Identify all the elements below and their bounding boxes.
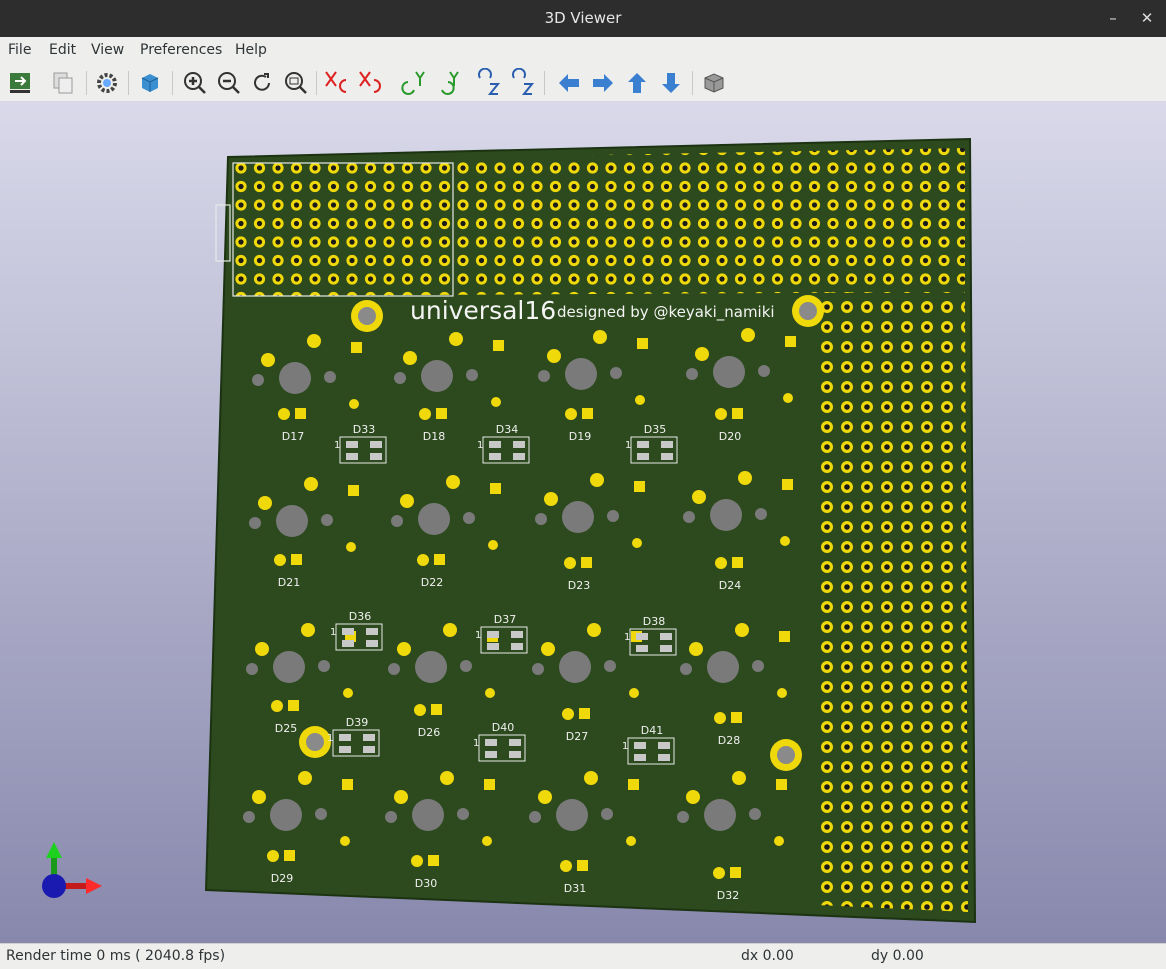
toolbar [0, 64, 1166, 102]
through-hole-grid-top [233, 148, 965, 296]
diode-label: D21 [278, 576, 300, 589]
ortho-icon[interactable] [699, 68, 729, 98]
led-label: D41 [641, 724, 663, 737]
diode-label: D23 [568, 579, 590, 592]
led-label: D40 [492, 721, 514, 734]
pin-one-label: 1 [334, 440, 340, 451]
pcb-title: universal16 [410, 296, 556, 325]
diode-label: D31 [564, 882, 586, 895]
rotate-z-cw-icon[interactable] [474, 67, 504, 98]
led-label: D39 [346, 716, 368, 729]
rotate-x-cw-icon[interactable] [322, 68, 352, 98]
title-bar: 3D Viewer – ✕ [0, 0, 1166, 37]
diode-label: D20 [719, 430, 741, 443]
diode-label: D26 [418, 726, 440, 739]
toolbar-separator [544, 71, 545, 95]
minimize-button[interactable]: – [1101, 6, 1125, 30]
rotate-y-cw-icon[interactable] [398, 68, 428, 98]
pin-one-label: 1 [622, 741, 628, 752]
rotate-z-ccw-icon[interactable] [508, 67, 538, 98]
pin-one-label: 1 [625, 440, 631, 451]
diode-label: D17 [282, 430, 304, 443]
diode-label: D27 [566, 730, 588, 743]
menu-file[interactable]: File [8, 42, 31, 58]
diode-label: D32 [717, 889, 739, 902]
settings-icon[interactable] [92, 68, 122, 98]
toolbar-separator [86, 71, 87, 95]
pan-left-icon[interactable] [554, 68, 584, 98]
axis-gizmo [42, 842, 102, 898]
pan-down-icon[interactable] [656, 68, 686, 98]
toolbar-separator [128, 71, 129, 95]
rotate-y-ccw-icon[interactable] [432, 68, 462, 98]
render-mode-icon[interactable] [135, 68, 165, 98]
toolbar-separator [172, 71, 173, 95]
led-label: D37 [494, 613, 516, 626]
zoom-out-icon[interactable] [214, 68, 244, 98]
led-label: D34 [496, 423, 518, 436]
diode-label: D18 [423, 430, 445, 443]
pin-one-label: 1 [477, 440, 483, 451]
led-label: D33 [353, 423, 375, 436]
led-label: D35 [644, 423, 666, 436]
pin-one-label: 1 [624, 632, 630, 643]
diode-label: D19 [569, 430, 591, 443]
toolbar-separator [316, 71, 317, 95]
menu-bar: File Edit View Preferences Help [0, 37, 1166, 64]
pcbnew-icon[interactable] [5, 68, 35, 98]
status-bar: Render time 0 ms ( 2040.8 fps) dx 0.00 d… [0, 943, 1166, 969]
render-time-text: Render time 0 ms ( 2040.8 fps) [6, 948, 226, 964]
led-label: D38 [643, 615, 665, 628]
toolbar-separator [692, 71, 693, 95]
diode-label: D25 [275, 722, 297, 735]
through-hole-grid-right [816, 292, 968, 912]
menu-edit[interactable]: Edit [49, 42, 76, 58]
diode-label: D30 [415, 877, 437, 890]
close-button[interactable]: ✕ [1135, 6, 1159, 30]
pcb-subtitle: designed by @keyaki_namiki [557, 303, 775, 322]
pin-one-label: 1 [327, 733, 333, 744]
3d-viewport[interactable]: universal16 designed by @keyaki_namiki D… [0, 101, 1166, 943]
menu-preferences[interactable]: Preferences [140, 42, 222, 58]
pin-one-label: 1 [475, 630, 481, 641]
rotate-x-ccw-icon[interactable] [356, 68, 386, 98]
menu-view[interactable]: View [91, 42, 124, 58]
pcb-scene: universal16 designed by @keyaki_namiki D… [42, 137, 977, 924]
diode-label: D22 [421, 576, 443, 589]
dy-readout: dy 0.00 [871, 948, 924, 964]
zoom-in-icon[interactable] [180, 68, 210, 98]
copy-icon[interactable] [48, 68, 78, 98]
diode-label: D29 [271, 872, 293, 885]
refresh-icon[interactable] [247, 68, 277, 98]
pin-one-label: 1 [473, 738, 479, 749]
led-label: D36 [349, 610, 371, 623]
window-title: 3D Viewer [544, 9, 622, 27]
diode-label: D24 [719, 579, 741, 592]
pin-one-label: 1 [330, 627, 336, 638]
diode-label: D28 [718, 734, 740, 747]
dx-readout: dx 0.00 [741, 948, 794, 964]
pan-up-icon[interactable] [622, 68, 652, 98]
zoom-fit-icon[interactable] [281, 68, 311, 98]
pan-right-icon[interactable] [588, 68, 618, 98]
menu-help[interactable]: Help [235, 42, 267, 58]
